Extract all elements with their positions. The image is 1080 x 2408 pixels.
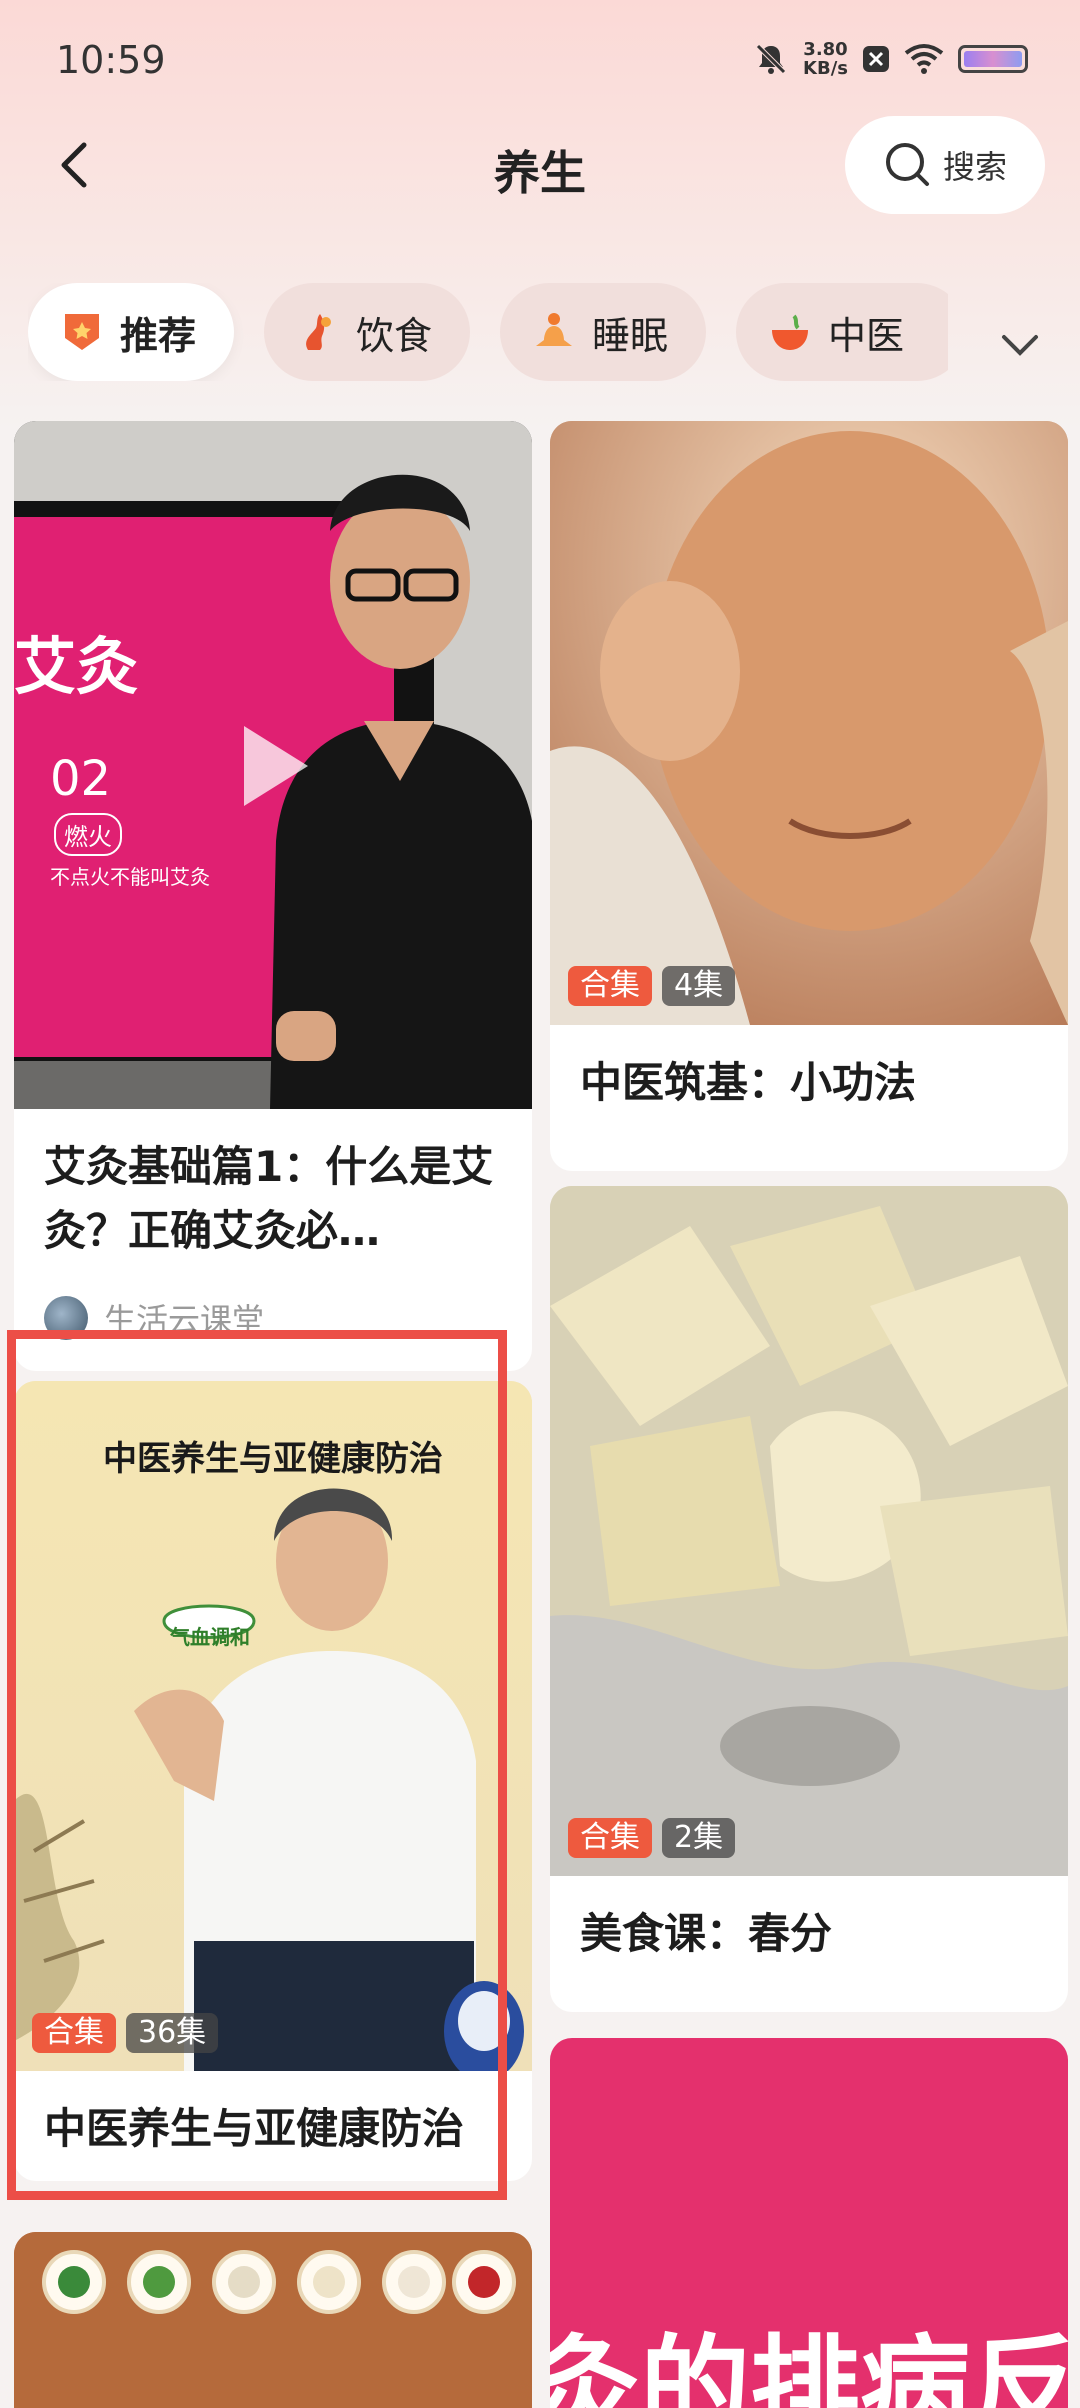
mute-bell-icon bbox=[756, 44, 786, 74]
thumbnail-art bbox=[14, 2232, 532, 2408]
video-thumbnail bbox=[550, 1186, 1068, 1876]
video-card-tcm-basics[interactable]: 合集 4集 中医筑基：小功法 bbox=[550, 421, 1068, 1171]
author-name: 生活云课堂 bbox=[104, 1301, 265, 1339]
recommend-badge-icon bbox=[60, 310, 104, 354]
collection-badge: 合集 bbox=[568, 1818, 652, 1858]
episode-count-badge: 36集 bbox=[126, 2013, 219, 2053]
video-card-herbs[interactable] bbox=[14, 2232, 532, 2408]
video-card-food-course[interactable]: 合集 2集 美食课：春分 bbox=[550, 1186, 1068, 2012]
collection-badge: 合集 bbox=[32, 2013, 116, 2053]
card-author: 生活云课堂 bbox=[44, 1295, 264, 1341]
category-tabs: 推荐 饮食 睡眠 中医 bbox=[28, 283, 948, 381]
status-time: 10:59 bbox=[56, 38, 166, 82]
tcm-bowl-icon bbox=[768, 310, 812, 354]
thumbnail-caption: 灸的排病反 bbox=[550, 2324, 1068, 2408]
back-arrow-icon[interactable] bbox=[46, 135, 106, 195]
tab-tcm[interactable]: 中医 bbox=[736, 283, 948, 381]
tab-diet[interactable]: 饮食 bbox=[264, 283, 470, 381]
thumbnail-tag: 燃火 bbox=[54, 813, 122, 856]
poster-title: 中医养生与亚健康防治 bbox=[103, 1439, 443, 1479]
video-card-moxibustion[interactable]: 艾灸 02 燃火 不点火不能叫艾灸 艾灸基础篇1：什么是艾灸？正确艾灸必… 生活… bbox=[14, 421, 532, 1371]
video-thumbnail bbox=[14, 1381, 532, 2071]
close-box-icon bbox=[863, 46, 889, 72]
video-card-tcm-health[interactable]: 中医养生与亚健康防治 气血调和 合集 36集 中医养生与亚健康防治 bbox=[14, 1381, 532, 2181]
video-thumbnail bbox=[550, 421, 1068, 1025]
thumbnail-subcaption: 不点火不能叫艾灸 bbox=[50, 865, 210, 889]
collection-badge: 合集 bbox=[568, 966, 652, 1006]
thumbnail-caption: 艾灸 bbox=[14, 630, 139, 703]
card-title: 艾灸基础篇1：什么是艾灸？正确艾灸必… bbox=[44, 1142, 494, 1255]
thumbnail-art bbox=[550, 1186, 1068, 1876]
thumbnail-art bbox=[550, 421, 1068, 1025]
tab-recommend[interactable]: 推荐 bbox=[28, 283, 234, 381]
video-card-disease-reaction[interactable]: 灸的排病反 bbox=[550, 2038, 1068, 2408]
search-button[interactable]: 搜索 bbox=[845, 116, 1045, 214]
badge-group: 合集 36集 bbox=[32, 2013, 219, 2053]
play-icon[interactable] bbox=[236, 718, 316, 814]
poster-bubble: 气血调和 bbox=[170, 1625, 250, 1649]
badge-group: 合集 4集 bbox=[568, 966, 736, 1006]
thumbnail-art bbox=[14, 1381, 532, 2071]
tab-sleep[interactable]: 睡眠 bbox=[500, 283, 706, 381]
card-title: 中医筑基：小功法 bbox=[580, 1058, 917, 1107]
badge-group: 合集 2集 bbox=[568, 1818, 736, 1858]
status-icons: 3.80 KB/s bbox=[753, 40, 1028, 78]
card-title: 美食课：春分 bbox=[580, 1909, 833, 1958]
episode-count-badge: 2集 bbox=[662, 1818, 736, 1858]
network-speed: 3.80 KB/s bbox=[803, 39, 848, 79]
sleep-meditation-icon bbox=[532, 310, 576, 354]
wifi-icon bbox=[904, 44, 944, 74]
card-title: 中医养生与亚健康防治 bbox=[44, 2104, 465, 2153]
search-label: 搜索 bbox=[942, 148, 1007, 186]
episode-count-badge: 4集 bbox=[662, 966, 736, 1006]
chevron-down-icon[interactable] bbox=[990, 315, 1050, 375]
status-bar: 10:59 3.80 KB/s bbox=[0, 0, 1080, 120]
battery-icon bbox=[958, 45, 1028, 73]
thumbnail-number: 02 bbox=[50, 751, 112, 807]
diet-icon bbox=[296, 310, 340, 354]
search-icon bbox=[885, 143, 929, 186]
avatar bbox=[44, 1296, 88, 1340]
